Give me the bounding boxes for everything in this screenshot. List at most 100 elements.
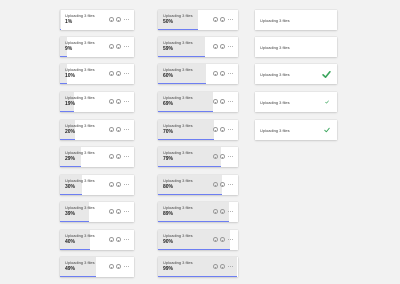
upload-title: Uploading 3 files [163,13,193,18]
upload-percent: 29% [65,156,76,162]
pause-circle-icon[interactable] [213,17,219,22]
more-dots-icon[interactable] [228,239,233,240]
progress-bar [158,29,198,30]
more-dots-icon[interactable] [228,211,233,212]
cancel-circle-icon[interactable] [220,182,226,187]
pause-circle-icon[interactable] [109,264,115,269]
cancel-circle-icon[interactable] [220,154,226,159]
cancel-circle-icon[interactable] [116,127,122,132]
cancel-circle-icon[interactable] [116,209,122,214]
more-dots-icon[interactable] [228,129,233,130]
upload-title: Uploading 3 files [163,40,193,45]
cancel-circle-icon[interactable] [116,99,122,104]
cancel-circle-icon[interactable] [220,99,226,104]
cancel-circle-icon[interactable] [220,17,226,22]
upload-percent: 20% [65,129,76,135]
pause-circle-icon[interactable] [109,17,115,22]
pause-circle-icon[interactable] [109,127,115,132]
more-dots-icon[interactable] [124,211,129,212]
upload-controls [109,44,129,49]
progress-bar [60,83,68,84]
upload-progress-card: Uploading 3 files 30% [60,175,134,195]
more-dots-icon[interactable] [228,101,233,102]
pause-circle-icon[interactable] [109,71,115,76]
progress-bar [158,166,222,167]
upload-title: Uploading 3 files [163,205,193,210]
more-dots-icon[interactable] [228,184,233,185]
upload-controls [109,209,129,214]
upload-title: Uploading 3 files [163,123,193,128]
more-dots-icon[interactable] [124,184,129,185]
upload-complete-card: Uploading 3 files [255,120,337,140]
pause-circle-icon[interactable] [109,44,115,49]
upload-controls [109,154,129,159]
cancel-circle-icon[interactable] [116,237,122,242]
pause-circle-icon[interactable] [213,44,219,49]
upload-title: Uploading 3 files [65,13,95,18]
pause-circle-icon[interactable] [213,237,219,242]
more-dots-icon[interactable] [124,46,129,47]
more-dots-icon[interactable] [124,156,129,157]
progress-bar [60,221,89,222]
upload-percent: 10% [65,73,76,79]
progress-bar [60,139,75,140]
pause-circle-icon[interactable] [109,154,115,159]
checkmark-icon [324,100,329,104]
progress-bar [158,56,206,57]
upload-controls [213,154,233,159]
checkmark-icon [323,127,330,133]
more-dots-icon[interactable] [228,266,233,267]
cancel-circle-icon[interactable] [116,17,122,22]
pause-circle-icon[interactable] [109,182,115,187]
more-dots-icon[interactable] [124,101,129,102]
cancel-circle-icon[interactable] [220,209,226,214]
more-dots-icon[interactable] [124,239,129,240]
upload-controls [213,182,233,187]
pause-circle-icon[interactable] [109,209,115,214]
progress-bar [60,276,97,277]
upload-title: Uploading 3 files [65,260,95,265]
cancel-circle-icon[interactable] [116,154,122,159]
cancel-circle-icon[interactable] [116,182,122,187]
cancel-circle-icon[interactable] [220,237,226,242]
more-dots-icon[interactable] [124,266,129,267]
pause-circle-icon[interactable] [109,99,115,104]
pause-circle-icon[interactable] [109,237,115,242]
cancel-circle-icon[interactable] [116,44,122,49]
cancel-circle-icon[interactable] [220,264,226,269]
pause-circle-icon[interactable] [213,264,219,269]
pause-circle-icon[interactable] [213,182,219,187]
upload-title: Uploading 3 files [65,67,95,72]
upload-controls [109,264,129,269]
pause-circle-icon[interactable] [213,154,219,159]
upload-controls [213,237,233,242]
more-dots-icon[interactable] [228,19,233,20]
pause-circle-icon[interactable] [213,127,219,132]
upload-progress-card: Uploading 3 files 20% [60,120,134,140]
upload-percent: 50% [163,19,174,25]
more-dots-icon[interactable] [228,156,233,157]
more-dots-icon[interactable] [124,19,129,20]
upload-controls [213,44,233,49]
pause-circle-icon[interactable] [213,99,219,104]
upload-percent: 59% [163,46,174,52]
upload-progress-card: Uploading 3 files 80% [158,175,238,195]
pause-circle-icon[interactable] [213,209,219,214]
cancel-circle-icon[interactable] [116,71,122,76]
upload-title: Uploading 3 files [65,150,95,155]
more-dots-icon[interactable] [228,46,233,47]
more-dots-icon[interactable] [124,73,129,74]
pause-circle-icon[interactable] [213,71,219,76]
upload-percent: 89% [163,211,174,217]
cancel-circle-icon[interactable] [116,264,122,269]
cancel-circle-icon[interactable] [220,127,226,132]
upload-title: Uploading 3 files [163,260,193,265]
upload-progress-card: Uploading 3 files 1% [60,10,134,30]
upload-controls [213,127,233,132]
cancel-circle-icon[interactable] [220,71,226,76]
cancel-circle-icon[interactable] [220,44,226,49]
upload-controls [109,17,129,22]
upload-title: Uploading 3 files [163,178,193,183]
more-dots-icon[interactable] [124,129,129,130]
more-dots-icon[interactable] [228,73,233,74]
